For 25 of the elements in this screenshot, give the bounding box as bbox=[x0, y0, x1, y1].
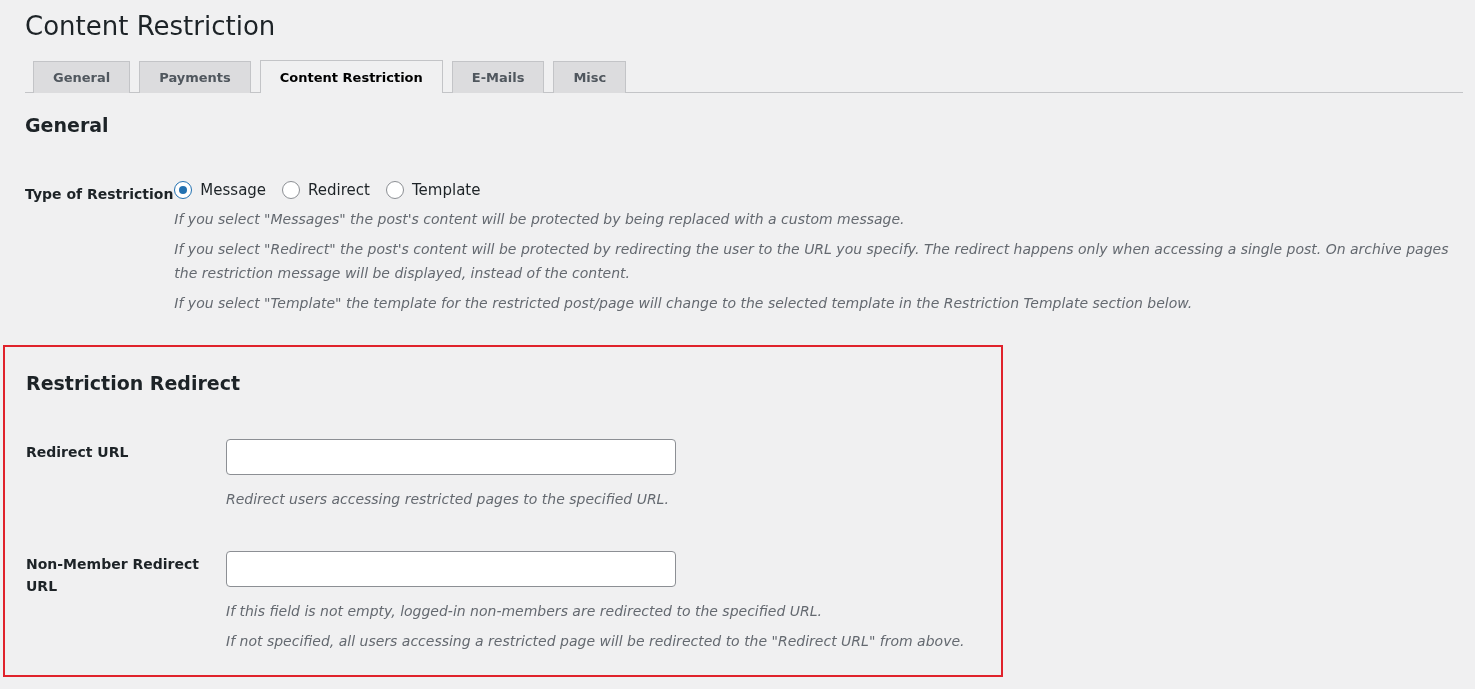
field-description: If you select "Template" the template for the restricted post/page will change to the selected template in the Restriction Template section below. bbox=[174, 294, 1194, 313]
tab[interactable]: Payments bbox=[139, 61, 251, 93]
url-input-field[interactable] bbox=[226, 551, 676, 587]
field-description: If not specified, all users accessing a restricted page will be redirected to the "Redirect URL" from above. bbox=[226, 632, 965, 651]
field-label: Redirect URL bbox=[26, 443, 130, 462]
field-label: Type of Restriction bbox=[25, 185, 175, 204]
radio-label[interactable]: Redirect bbox=[308, 181, 370, 199]
section-heading: General bbox=[25, 113, 110, 137]
field-description: If you select "Messages" the post's content will be protected by being replaced with a custom message. bbox=[174, 210, 906, 229]
tab[interactable]: General bbox=[33, 61, 131, 93]
tab[interactable]: Content Restriction bbox=[259, 60, 443, 93]
tab[interactable]: E-Mails bbox=[451, 61, 545, 93]
radio-label[interactable]: Message bbox=[200, 181, 267, 199]
radio-label[interactable]: Template bbox=[412, 181, 481, 199]
radio-button[interactable] bbox=[282, 181, 301, 199]
tab[interactable]: Misc bbox=[553, 61, 627, 93]
field-description: If you select "Redirect" the post's content will be protected by redirecting the user to the URL you specify. The redirect happens only when accessing a single post. On archive pages the restriction message will be displayed, instead of the content. bbox=[174, 240, 1450, 283]
radio-button[interactable] bbox=[386, 181, 404, 199]
field-label: Non-Member Redirect URL bbox=[26, 555, 200, 596]
url-input-field[interactable] bbox=[226, 439, 676, 475]
page-title: Content Restriction bbox=[25, 10, 277, 43]
radio-button[interactable] bbox=[174, 181, 193, 199]
field-description: If this field is not empty, logged-in non-members are redirected to the specified URL. bbox=[226, 602, 823, 621]
section-heading: Restriction Redirect bbox=[26, 371, 242, 395]
field-description: Redirect users accessing restricted pages to the specified URL. bbox=[226, 490, 670, 509]
